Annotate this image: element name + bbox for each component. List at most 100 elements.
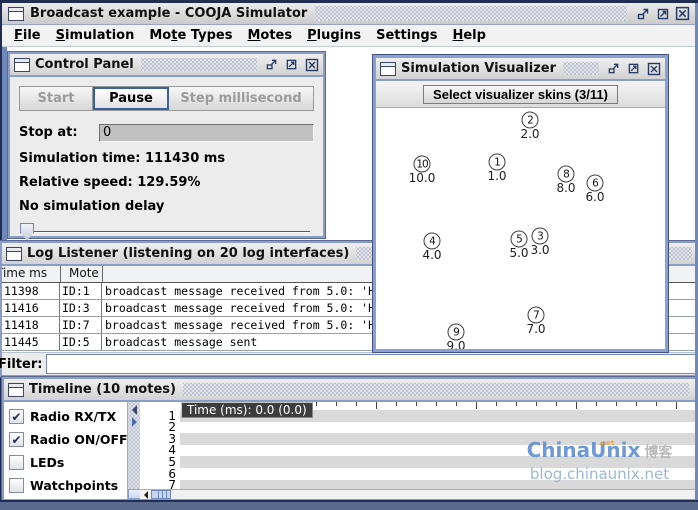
mote-label-10: 10.0 [409, 171, 436, 185]
timeline-axis-tick [376, 402, 377, 409]
iconify-button[interactable] [264, 57, 279, 72]
column-header-time[interactable]: Time ms [2, 266, 61, 282]
mote-node-9[interactable]: 9 [448, 324, 465, 341]
menu-item-plugins[interactable]: Plugins [305, 26, 371, 45]
titlebar-texture [141, 58, 257, 71]
checkbox-row-leds[interactable]: LEDs [4, 451, 127, 474]
checkbox-unchecked[interactable] [9, 478, 24, 493]
splitter-collapse-right-icon[interactable] [132, 417, 137, 427]
mote-label-2: 2.0 [520, 127, 539, 141]
start-button[interactable]: Start [20, 87, 93, 110]
mote-label-6: 6.0 [585, 190, 604, 204]
menu-item-settings[interactable]: Settings [374, 26, 447, 45]
scrollbar-thumb[interactable] [151, 490, 171, 499]
maximize-button[interactable] [626, 61, 641, 76]
window-icon [8, 383, 24, 397]
mote-canvas[interactable]: 22.01010.011.088.066.044.055.033.077.099… [376, 108, 665, 349]
log-listener-title: Log Listener (listening on 20 log interf… [27, 246, 349, 261]
mote-node-4[interactable]: 4 [424, 233, 441, 250]
simulation-time-label: Simulation time: 111430 ms [19, 151, 314, 166]
menu-item-mote-types[interactable]: Mote Types [147, 26, 242, 45]
main-window-titlebar[interactable]: Broadcast example - COOJA Simulator [2, 3, 696, 25]
log-cell-mote: ID:3 [60, 300, 102, 316]
simulation-visualizer-window: Simulation Visualizer Select visualizer … [373, 55, 668, 352]
maximize-button[interactable] [284, 57, 299, 72]
checkbox-label: Watchpoints [30, 478, 118, 493]
checkbox-label: LEDs [30, 455, 64, 470]
slider-track[interactable] [21, 231, 310, 233]
control-panel-title: Control Panel [35, 57, 134, 72]
maximize-icon [627, 62, 640, 75]
timeline-axis-tick [676, 402, 677, 409]
timeline-canvas[interactable]: 1234567Time (ms): 0.0 (0.0) [140, 402, 695, 489]
filter-bar: Filter: [2, 352, 698, 375]
menu-item-file[interactable]: File [12, 26, 51, 45]
timeline-axis-tick [556, 402, 557, 406]
mote-node-5[interactable]: 5 [511, 231, 528, 248]
scrollbar-left-arrow[interactable] [140, 490, 151, 499]
checkbox-row-radio-rx-tx[interactable]: ✔ Radio RX/TX [4, 405, 127, 428]
timeline-row-track [180, 468, 695, 480]
close-icon-button[interactable] [304, 57, 319, 72]
iconify-button[interactable] [606, 61, 621, 76]
close-button[interactable] [675, 6, 690, 21]
menu-item-help[interactable]: Help [450, 26, 495, 45]
mote-node-6[interactable]: 6 [587, 175, 604, 192]
iconify-icon [265, 58, 278, 71]
select-visualizer-skins-button[interactable]: Select visualizer skins (3/11) [423, 85, 618, 104]
timeline-event-checkboxes: ✔ Radio RX/TX ✔Radio ON/OFF LEDs Watchpoints [4, 402, 127, 499]
timeline-axis-tick [416, 402, 417, 406]
iconify-button[interactable] [635, 6, 650, 21]
timeline-splitter[interactable] [127, 402, 140, 499]
filter-input[interactable] [46, 354, 696, 374]
timeline-horizontal-scrollbar[interactable] [140, 489, 695, 499]
timeline-axis-tick [616, 402, 617, 406]
menu-bar: FileSimulationMote TypesMotesPluginsSett… [2, 25, 696, 47]
timeline-axis-tick [336, 402, 337, 406]
checkbox-checked[interactable]: ✔ [9, 409, 24, 424]
column-header-mote[interactable]: Mote [61, 266, 103, 282]
stop-at-field[interactable] [99, 124, 314, 142]
titlebar-texture [183, 383, 689, 396]
checkbox-row-watchpoints[interactable]: Watchpoints [4, 474, 127, 497]
mote-node-1[interactable]: 1 [489, 154, 506, 171]
mote-label-8: 8.0 [556, 181, 575, 195]
checkbox-checked[interactable]: ✔ [9, 432, 24, 447]
mote-node-10[interactable]: 10 [414, 156, 431, 173]
mote-node-8[interactable]: 8 [558, 166, 575, 183]
step-millisecond-button[interactable]: Step millisecond [169, 87, 313, 110]
pause-button[interactable]: Pause [93, 87, 169, 110]
menu-item-motes[interactable]: Motes [245, 26, 302, 45]
visualizer-titlebar[interactable]: Simulation Visualizer [376, 58, 665, 81]
log-cell-time: 11398 [2, 283, 60, 299]
main-window-bottom-border [0, 500, 698, 510]
timeline-row-track [180, 456, 695, 468]
checkbox-label: Radio RX/TX [30, 409, 116, 424]
timeline-axis-tick [476, 402, 477, 409]
checkbox-unchecked[interactable] [9, 455, 24, 470]
timeline-axis-tick [516, 402, 517, 406]
log-cell-mote: ID:7 [60, 317, 102, 333]
timeline-titlebar[interactable]: Timeline (10 motes) [4, 379, 695, 402]
control-panel-titlebar[interactable]: Control Panel [10, 54, 323, 77]
iconify-icon [636, 7, 650, 21]
timeline-axis-tick [636, 402, 637, 406]
checkbox-row-radio-on-off[interactable]: ✔Radio ON/OFF [4, 428, 127, 451]
mote-node-3[interactable]: 3 [532, 228, 549, 245]
log-cell-time: 11416 [2, 300, 60, 316]
timeline-axis-tick [596, 402, 597, 406]
close-icon-button[interactable] [646, 61, 661, 76]
maximize-button[interactable] [655, 6, 670, 21]
delay-slider[interactable] [19, 220, 314, 244]
log-cell-mote: ID:5 [60, 334, 102, 350]
menu-item-simulation[interactable]: Simulation [54, 26, 145, 45]
slider-thumb[interactable] [20, 223, 34, 240]
mote-node-2[interactable]: 2 [522, 112, 539, 129]
main-window-title: Broadcast example - COOJA Simulator [30, 6, 307, 21]
timeline-row-track [180, 445, 695, 457]
timeline-axis-tick [456, 402, 457, 406]
maximize-icon [285, 58, 298, 71]
mote-node-7[interactable]: 7 [528, 307, 545, 324]
splitter-collapse-left-icon[interactable] [132, 405, 137, 415]
stop-at-label: Stop at: [19, 125, 99, 140]
